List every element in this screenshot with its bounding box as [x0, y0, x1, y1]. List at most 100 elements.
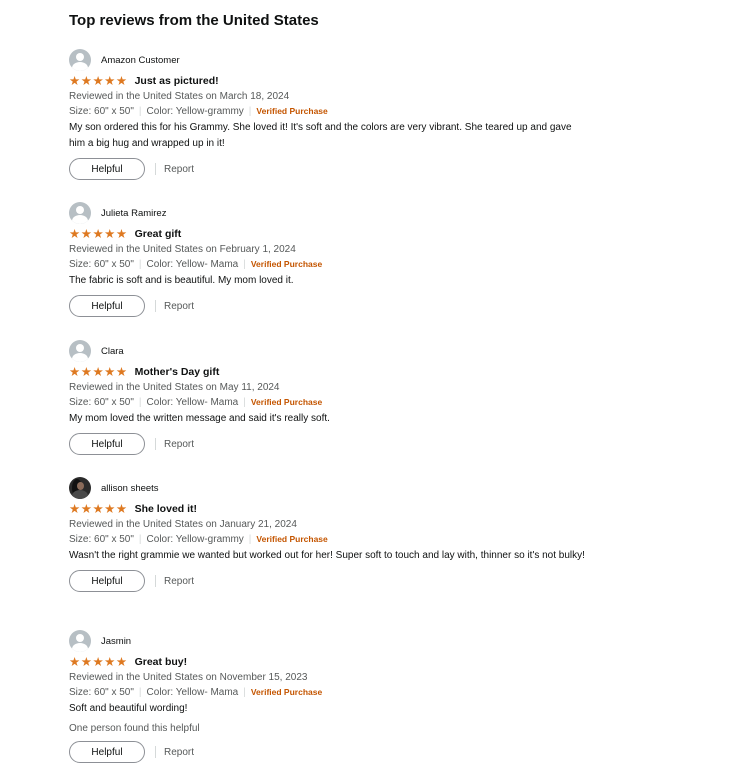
star-icon: ★ — [69, 365, 80, 379]
divider: | — [138, 106, 142, 117]
divider — [155, 575, 156, 587]
size-attribute[interactable]: Size: 60" x 50" — [69, 397, 134, 408]
star-icon: ★ — [92, 74, 104, 88]
default-avatar-icon — [69, 630, 91, 652]
review-date: Reviewed in the United States on May 11,… — [69, 382, 280, 393]
review-title[interactable]: Great buy! — [135, 656, 188, 668]
size-attribute[interactable]: Size: 60" x 50" — [69, 259, 134, 270]
verified-purchase-badge[interactable]: Verified Purchase — [256, 534, 327, 544]
size-attribute[interactable]: Size: 60" x 50" — [69, 106, 134, 117]
star-icon: ★ — [80, 365, 92, 379]
default-avatar-icon — [69, 340, 91, 362]
star-icon: ★ — [92, 227, 104, 241]
star-icon: ★ — [69, 502, 80, 516]
reviewer-name[interactable]: allison sheets — [101, 483, 159, 494]
review-attributes: Size: 60" x 50" | Color: Yellow-grammy | Ver… — [69, 104, 589, 119]
reviewer-name[interactable]: Julieta Ramirez — [101, 208, 166, 219]
review-attributes: Size: 60" x 50" | Color: Yellow- Mama | Veri… — [69, 257, 589, 272]
star-icon: ★ — [69, 74, 80, 88]
divider — [155, 746, 156, 758]
star-icon: ★ — [115, 502, 127, 516]
star-icon: ★ — [69, 655, 80, 669]
helpful-button[interactable]: Helpful — [69, 295, 145, 317]
color-attribute[interactable]: Color: Yellow-grammy — [147, 106, 244, 117]
review-title[interactable]: She loved it! — [135, 503, 197, 515]
star-rating[interactable]: ★ ★ ★ ★ ★ — [69, 502, 127, 516]
reviewer-name[interactable]: Clara — [101, 346, 124, 357]
divider: | — [243, 397, 246, 408]
helpful-button[interactable]: Helpful — [69, 433, 145, 455]
report-link[interactable]: Report — [164, 747, 194, 758]
star-icon: ★ — [104, 655, 115, 669]
divider: | — [138, 397, 142, 408]
color-attribute[interactable]: Color: Yellow-grammy — [147, 534, 244, 545]
star-icon: ★ — [115, 365, 127, 379]
reviewer-name[interactable]: Amazon Customer — [101, 55, 180, 66]
reviewer-name[interactable]: Jasmin — [101, 636, 131, 647]
report-link[interactable]: Report — [164, 576, 194, 587]
divider — [155, 300, 156, 312]
verified-purchase-badge[interactable]: Verified Purchase — [251, 687, 322, 697]
section-title: Top reviews from the United States — [69, 12, 319, 29]
size-attribute[interactable]: Size: 60" x 50" — [69, 534, 134, 545]
helpful-button[interactable]: Helpful — [69, 570, 145, 592]
report-link[interactable]: Report — [164, 301, 194, 312]
verified-purchase-badge[interactable]: Verified Purchase — [251, 397, 322, 407]
divider — [155, 163, 156, 175]
divider: | — [243, 259, 246, 270]
helpful-count: One person found this helpful — [69, 723, 200, 734]
color-attribute[interactable]: Color: Yellow- Mama — [147, 687, 239, 698]
reviewer-profile[interactable]: allison sheets — [69, 477, 589, 499]
helpful-button[interactable]: Helpful — [69, 158, 145, 180]
report-link[interactable]: Report — [164, 439, 194, 450]
review-title[interactable]: Just as pictured! — [135, 75, 219, 87]
star-rating[interactable]: ★ ★ ★ ★ ★ — [69, 365, 127, 379]
star-icon: ★ — [69, 227, 80, 241]
default-avatar-icon — [69, 49, 91, 71]
verified-purchase-badge[interactable]: Verified Purchase — [251, 259, 322, 269]
review-body: Wasn't the right grammie we wanted but w… — [69, 550, 585, 561]
divider: | — [138, 259, 142, 270]
helpful-button[interactable]: Helpful — [69, 741, 145, 763]
review-attributes: Size: 60" x 50" | Color: Yellow-grammy | Ver… — [69, 532, 589, 547]
review-body: My mom loved the written message and sai… — [69, 413, 330, 424]
divider — [155, 438, 156, 450]
color-attribute[interactable]: Color: Yellow- Mama — [147, 397, 239, 408]
reviewer-profile[interactable]: Julieta Ramirez — [69, 202, 589, 224]
star-icon: ★ — [115, 227, 127, 241]
divider: | — [243, 687, 246, 698]
star-icon: ★ — [115, 655, 127, 669]
reviewer-profile[interactable]: Amazon Customer — [69, 49, 589, 71]
color-attribute[interactable]: Color: Yellow- Mama — [147, 259, 239, 270]
review-item: allison sheets ★ ★ ★ ★ ★ She loved it! Revie… — [69, 477, 589, 592]
divider: | — [248, 106, 252, 117]
star-icon: ★ — [80, 227, 92, 241]
star-icon: ★ — [80, 655, 92, 669]
star-icon: ★ — [92, 655, 104, 669]
star-rating[interactable]: ★ ★ ★ ★ ★ — [69, 227, 127, 241]
review-date: Reviewed in the United States on January… — [69, 519, 297, 530]
review-attributes: Size: 60" x 50" | Color: Yellow- Mama | Veri… — [69, 395, 589, 410]
star-rating[interactable]: ★ ★ ★ ★ ★ — [69, 74, 127, 88]
divider: | — [138, 687, 142, 698]
star-rating[interactable]: ★ ★ ★ ★ ★ — [69, 655, 127, 669]
reviewer-profile[interactable]: Clara — [69, 340, 589, 362]
star-icon: ★ — [92, 365, 104, 379]
review-date: Reviewed in the United States on March 1… — [69, 91, 290, 102]
divider: | — [248, 534, 252, 545]
review-date: Reviewed in the United States on Novembe… — [69, 672, 308, 683]
size-attribute[interactable]: Size: 60" x 50" — [69, 687, 134, 698]
review-body: Soft and beautiful wording! — [69, 703, 188, 714]
verified-purchase-badge[interactable]: Verified Purchase — [256, 106, 327, 116]
review-attributes: Size: 60" x 50" | Color: Yellow- Mama | Veri… — [69, 685, 589, 700]
review-item: Amazon Customer ★ ★ ★ ★ ★ Just as pictured! … — [69, 49, 589, 180]
report-link[interactable]: Report — [164, 164, 194, 175]
reviewer-profile[interactable]: Jasmin — [69, 630, 589, 652]
default-avatar-icon — [69, 202, 91, 224]
review-title[interactable]: Mother's Day gift — [135, 366, 220, 378]
star-icon: ★ — [104, 365, 115, 379]
star-icon: ★ — [80, 74, 92, 88]
review-title[interactable]: Great gift — [135, 228, 182, 240]
star-icon: ★ — [104, 74, 115, 88]
profile-photo — [69, 477, 91, 499]
